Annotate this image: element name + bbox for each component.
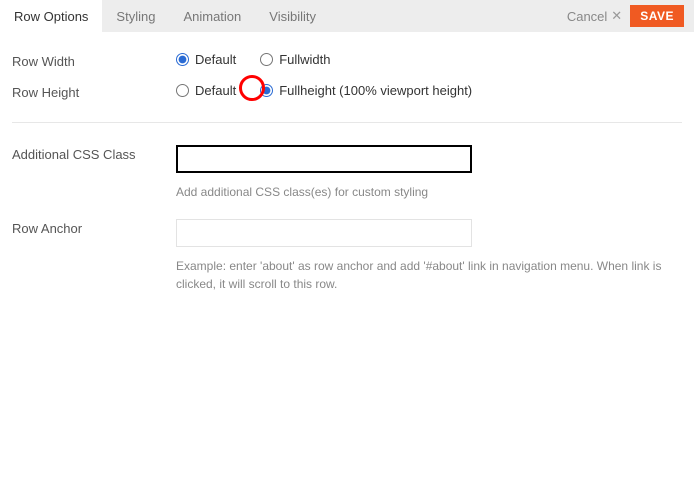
save-button[interactable]: SAVE: [630, 5, 684, 27]
tab-row-options[interactable]: Row Options: [0, 0, 102, 32]
row-width-default-radio[interactable]: [176, 53, 189, 66]
cancel-button[interactable]: Cancel ✕: [567, 8, 622, 24]
tab-label: Row Options: [14, 9, 88, 24]
close-icon: ✕: [611, 8, 622, 24]
field-input: Default Fullheight (100% viewport height…: [176, 83, 682, 98]
tab-label: Styling: [116, 9, 155, 24]
row-height-fullheight-radio[interactable]: [260, 84, 273, 97]
row-anchor-input[interactable]: [176, 219, 472, 247]
tab-label: Visibility: [269, 9, 316, 24]
field-label: Row Anchor: [12, 219, 176, 236]
field-help: Add additional CSS class(es) for custom …: [176, 183, 676, 201]
tab-styling[interactable]: Styling: [102, 0, 169, 32]
row-width-default[interactable]: Default: [176, 52, 236, 67]
field-input: Add additional CSS class(es) for custom …: [176, 145, 682, 201]
radio-label: Fullwidth: [279, 52, 330, 67]
radio-label: Fullheight (100% viewport height): [279, 83, 472, 98]
dialog-body: Row Width Default Fullwidth Row Height D…: [0, 32, 694, 319]
tab-bar: Row Options Styling Animation Visibility: [0, 0, 330, 32]
separator: [12, 122, 682, 123]
tab-animation[interactable]: Animation: [169, 0, 255, 32]
field-input: Default Fullwidth: [176, 52, 682, 67]
field-row-height: Row Height Default Fullheight (100% view…: [12, 83, 682, 100]
radio-label: Default: [195, 83, 236, 98]
css-class-input[interactable]: [176, 145, 472, 173]
field-row-anchor: Row Anchor Example: enter 'about' as row…: [12, 219, 682, 293]
tab-visibility[interactable]: Visibility: [255, 0, 330, 32]
field-row-width: Row Width Default Fullwidth: [12, 52, 682, 69]
save-label: SAVE: [640, 9, 674, 23]
row-width-fullwidth[interactable]: Fullwidth: [260, 52, 330, 67]
row-width-radio-group: Default Fullwidth: [176, 52, 682, 67]
row-height-default-radio[interactable]: [176, 84, 189, 97]
field-label: Additional CSS Class: [12, 145, 176, 162]
row-width-fullwidth-radio[interactable]: [260, 53, 273, 66]
row-height-fullheight[interactable]: Fullheight (100% viewport height): [260, 83, 472, 98]
field-label: Row Width: [12, 52, 176, 69]
header-actions: Cancel ✕ SAVE: [330, 0, 694, 32]
field-css-class: Additional CSS Class Add additional CSS …: [12, 145, 682, 201]
field-label: Row Height: [12, 83, 176, 100]
radio-label: Default: [195, 52, 236, 67]
dialog-header: Row Options Styling Animation Visibility…: [0, 0, 694, 32]
field-input: Example: enter 'about' as row anchor and…: [176, 219, 682, 293]
row-height-radio-group: Default Fullheight (100% viewport height…: [176, 83, 682, 98]
field-help: Example: enter 'about' as row anchor and…: [176, 257, 676, 293]
row-height-default[interactable]: Default: [176, 83, 236, 98]
cancel-label: Cancel: [567, 9, 607, 24]
tab-label: Animation: [183, 9, 241, 24]
